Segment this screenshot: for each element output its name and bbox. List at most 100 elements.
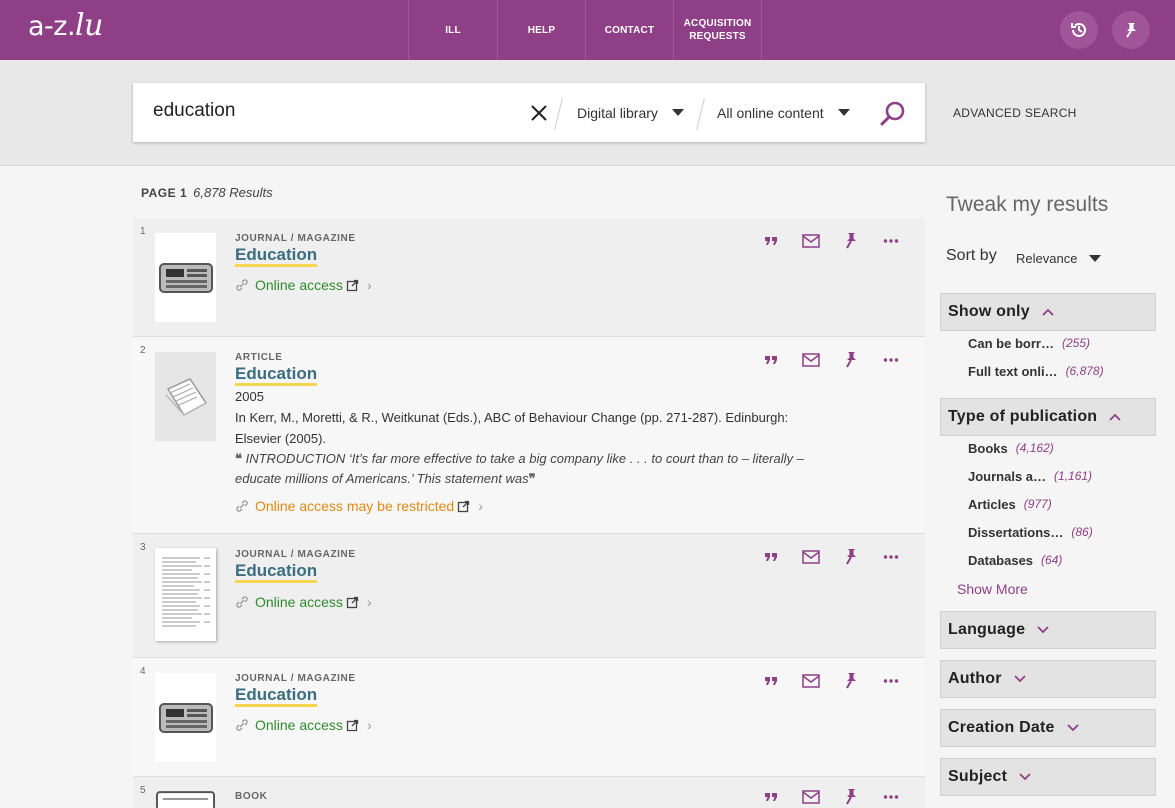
online-access-link[interactable]: Online access › [235, 277, 372, 293]
external-link-icon [346, 279, 359, 291]
pin-icon [1126, 23, 1136, 38]
result-actions [751, 670, 911, 692]
caret-down-icon [837, 109, 850, 116]
advanced-search-link[interactable]: ADVANCED SEARCH [953, 106, 1077, 120]
result-thumbnail[interactable] [155, 352, 216, 441]
online-access-link[interactable]: Online access may be restricted › [235, 498, 483, 514]
email-button[interactable] [791, 349, 831, 371]
mail-icon [802, 674, 820, 688]
pin-button[interactable] [831, 670, 871, 692]
result-item: 3 JOURNAL / MAGAZINE Education Online ac… [133, 534, 925, 658]
sort-by-label: Sort by [946, 247, 997, 264]
quote-icon [765, 677, 777, 685]
result-thumbnail[interactable] [155, 548, 216, 641]
more-options-button[interactable] [871, 786, 911, 808]
pin-button[interactable] [831, 786, 871, 808]
article-icon [164, 377, 207, 416]
history-button[interactable] [1060, 11, 1098, 49]
pin-icon [846, 352, 856, 368]
content-dropdown[interactable]: All online content [717, 83, 850, 142]
mail-icon [802, 234, 820, 248]
search-input[interactable] [153, 100, 513, 122]
cite-button[interactable] [751, 786, 791, 808]
online-access-link[interactable]: Online access › [235, 594, 372, 610]
facet-creation-date[interactable]: Creation Date [940, 709, 1156, 747]
search-button[interactable] [878, 99, 908, 129]
pin-button[interactable] [831, 349, 871, 371]
facet-subject[interactable]: Subject [940, 758, 1156, 796]
email-button[interactable] [791, 546, 831, 568]
search-icon [880, 101, 905, 126]
pinned-items-button[interactable] [1112, 11, 1150, 49]
caret-down-icon [1089, 255, 1102, 262]
facet-option[interactable]: Full text onli… (6,878) [968, 364, 1104, 379]
document-page-icon [161, 557, 210, 626]
result-thumbnail[interactable] [155, 791, 216, 808]
quote-close-icon: ❞ [528, 471, 536, 486]
main-nav: ILL HELP CONTACT ACQUISITION REQUESTS [408, 0, 762, 60]
pin-icon [846, 789, 856, 805]
result-citation: In Kerr, M., Moretti, & R., Weitkunat (E… [235, 410, 789, 446]
top-bar: a-z.lu ILL HELP CONTACT ACQUISITION REQU… [0, 0, 1175, 60]
chevron-right-icon: › [366, 717, 372, 733]
result-item: 2 ARTICLE Education 2005 In Kerr, M., Mo… [133, 337, 925, 534]
more-options-button[interactable] [871, 546, 911, 568]
cite-button[interactable] [751, 230, 791, 252]
cite-button[interactable] [751, 670, 791, 692]
email-button[interactable] [791, 230, 831, 252]
chevron-up-icon [1042, 308, 1054, 316]
facet-type-of-publication[interactable]: Type of publication [940, 398, 1156, 436]
more-options-button[interactable] [871, 349, 911, 371]
show-more-link[interactable]: Show More [957, 581, 1028, 597]
nav-ill[interactable]: ILL [409, 0, 498, 60]
book-icon [155, 791, 216, 808]
facet-show-only[interactable]: Show only [940, 293, 1156, 331]
external-link-icon [346, 596, 359, 608]
facet-option[interactable]: Can be borr… (255) [968, 336, 1090, 351]
facet-option[interactable]: Journals a… (1,161) [968, 469, 1092, 484]
facet-option[interactable]: Databases (64) [968, 553, 1062, 568]
chevron-right-icon: › [366, 594, 372, 610]
result-title-link[interactable]: Education [235, 364, 318, 386]
quote-icon [765, 553, 777, 561]
facet-author[interactable]: Author [940, 660, 1156, 698]
nav-help[interactable]: HELP [498, 0, 586, 60]
pin-button[interactable] [831, 230, 871, 252]
clear-search-button[interactable] [528, 102, 550, 124]
result-actions [751, 230, 911, 252]
chevron-up-icon [1109, 413, 1121, 421]
external-link-icon [346, 719, 359, 731]
email-button[interactable] [791, 670, 831, 692]
search-band: Digital library All online content ADVAN… [0, 60, 1175, 166]
journal-icon [158, 702, 213, 733]
facet-language[interactable]: Language [940, 611, 1156, 649]
pin-icon [846, 233, 856, 249]
pin-button[interactable] [831, 546, 871, 568]
sort-by-dropdown[interactable]: Relevance [1016, 251, 1102, 266]
result-thumbnail[interactable] [155, 673, 216, 762]
chevron-right-icon: › [366, 277, 372, 293]
result-thumbnail[interactable] [155, 233, 216, 322]
nav-contact[interactable]: CONTACT [586, 0, 674, 60]
facet-option[interactable]: Articles (977) [968, 497, 1052, 512]
site-logo[interactable]: a-z.lu [28, 8, 103, 43]
online-access-link[interactable]: Online access › [235, 717, 372, 733]
divider [554, 98, 563, 130]
more-options-button[interactable] [871, 670, 911, 692]
quote-icon [765, 237, 777, 245]
facet-option[interactable]: Books (4,162) [968, 441, 1054, 456]
scope-dropdown[interactable]: Digital library [577, 83, 684, 142]
caret-down-icon [671, 109, 684, 116]
result-title-link[interactable]: Education [235, 685, 318, 707]
chevron-right-icon: › [478, 498, 483, 514]
result-title-link[interactable]: Education [235, 561, 318, 583]
facet-option[interactable]: Dissertations… (86) [968, 525, 1093, 540]
email-button[interactable] [791, 786, 831, 808]
mail-icon [802, 353, 820, 367]
quote-open-icon: ❝ [235, 451, 246, 466]
cite-button[interactable] [751, 546, 791, 568]
result-title-link[interactable]: Education [235, 245, 318, 267]
nav-acquisition-requests[interactable]: ACQUISITION REQUESTS [674, 0, 762, 60]
cite-button[interactable] [751, 349, 791, 371]
more-options-button[interactable] [871, 230, 911, 252]
